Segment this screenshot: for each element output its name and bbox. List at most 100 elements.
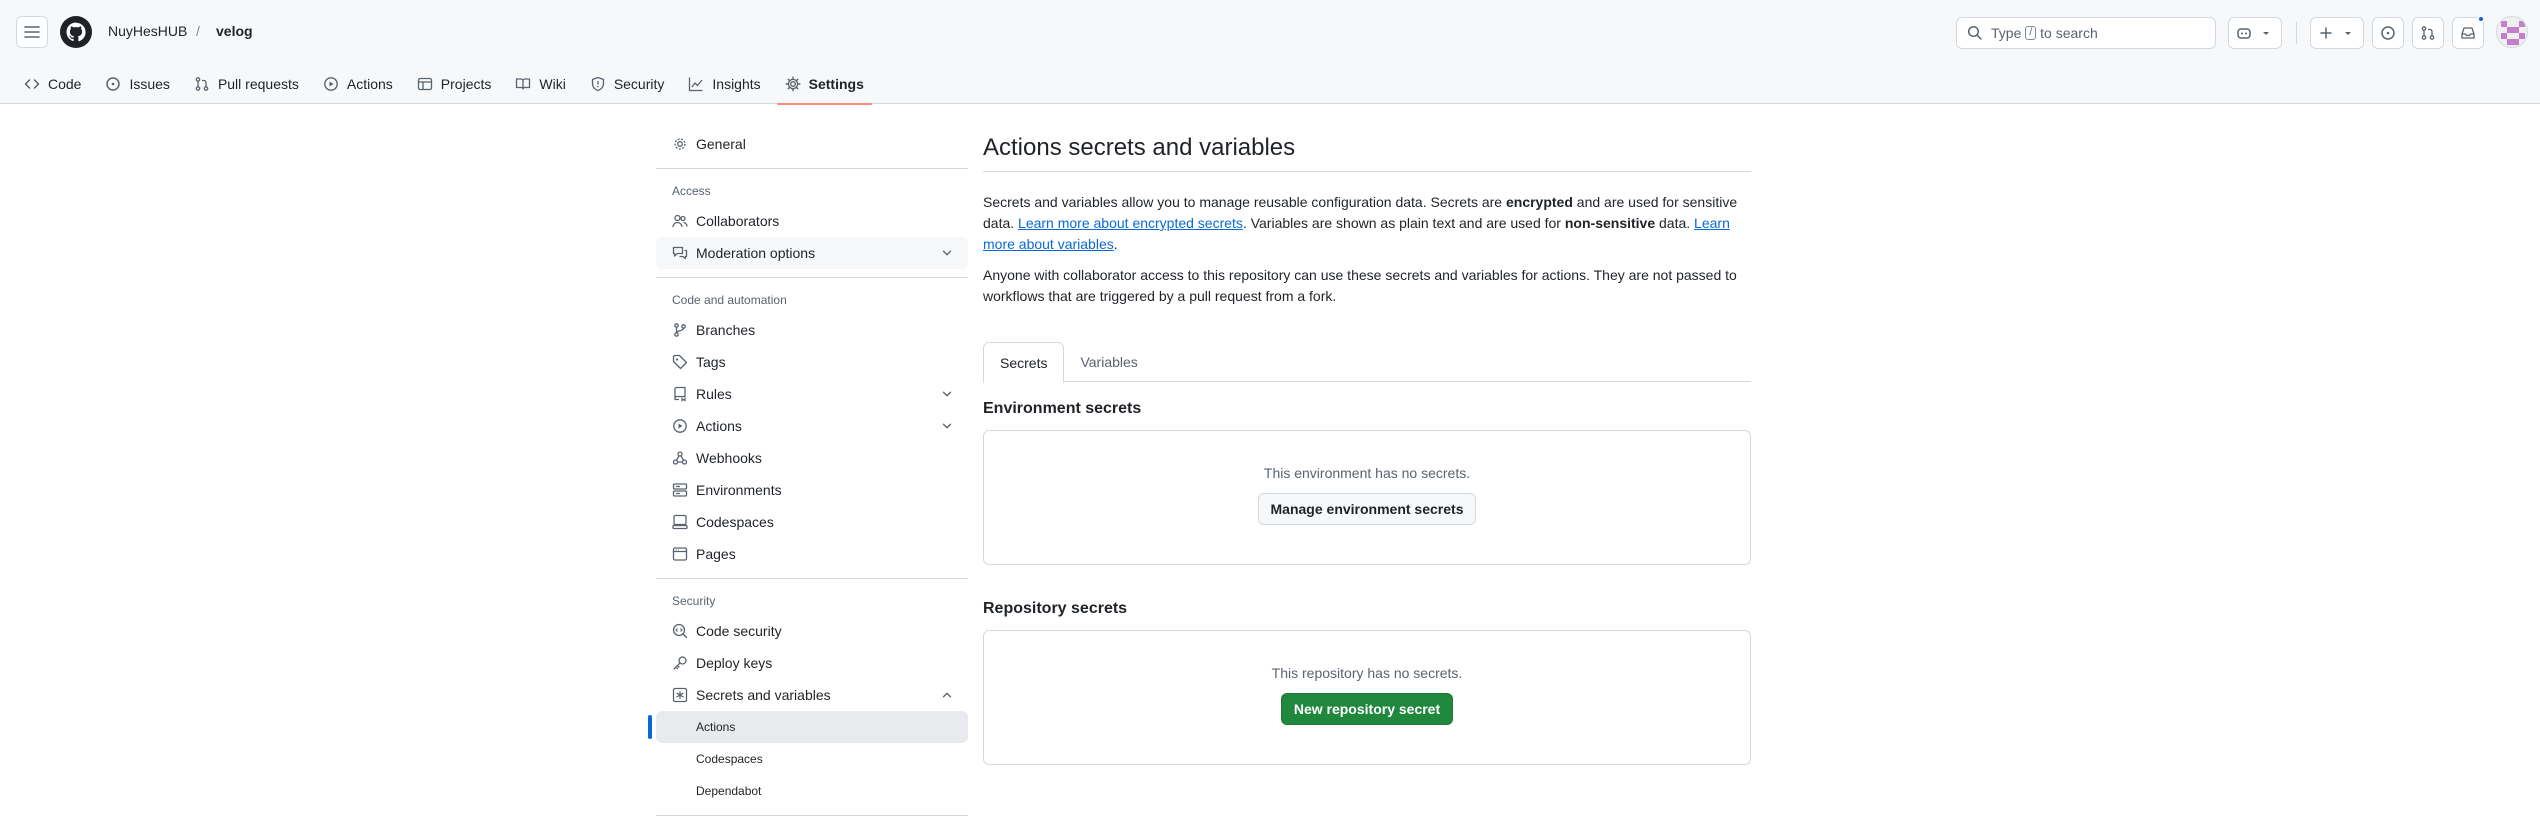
sidebar-heading-access: Access [672,184,711,198]
description-emphasis: non-sensitive [1564,215,1656,231]
git-branch-icon [674,323,686,337]
sidebar-item-pages[interactable]: Pages [656,538,968,570]
issue-icon [2381,26,2395,40]
sidebar-item-label: Moderation options [696,245,816,261]
repo-push-icon [674,386,686,402]
chevron-down-icon [942,391,952,397]
github-logo-icon[interactable] [60,16,92,48]
app-header: NuyHesHUB / velog Type / to search Code … [0,0,2540,105]
sidebar-item-codespaces[interactable]: Codespaces [656,506,968,538]
gear-icon [674,138,686,150]
tab-security-label: Security [613,76,665,92]
pull-request-icon [195,77,209,91]
tab-security[interactable]: Security [582,64,673,104]
identicon-icon [2497,17,2527,47]
description-text: . [1113,236,1118,252]
learn-more-secrets-link[interactable]: Learn more about encrypted secrets [1018,215,1243,231]
environment-secrets-box: This environment has no secrets. Manage … [983,430,1751,565]
page-title: Actions secrets and variables [983,128,1751,172]
repo-navigation: Code Issues Pull requests Actions Projec… [16,64,880,105]
sidebar-item-moderation[interactable]: Moderation options [656,237,968,269]
sidebar-item-webhooks[interactable]: Webhooks [656,442,968,474]
tab-issues-label: Issues [129,76,170,92]
sidebar-item-label: Pages [696,546,736,562]
sidebar-item-general[interactable]: General [656,128,968,160]
breadcrumb-owner[interactable]: NuyHesHUB [108,23,187,39]
tab-issues[interactable]: Issues [97,64,177,104]
people-icon [672,214,688,228]
sidebar-item-deploy-keys[interactable]: Deploy keys [656,647,968,679]
tab-projects[interactable]: Projects [409,64,500,104]
breadcrumb-repo[interactable]: velog [216,23,253,39]
search-input[interactable]: Type / to search [1956,17,2216,49]
notification-indicator [2477,15,2485,23]
tab-actions-label: Actions [346,76,393,92]
tab-code[interactable]: Code [16,64,89,104]
sidebar-item-tags[interactable]: Tags [656,346,968,378]
sidebar-item-rules[interactable]: Rules [656,378,968,410]
sidebar-divider [656,578,968,579]
sidebar-subitem-actions[interactable]: Actions [648,711,968,743]
sidebar-item-label: Tags [696,354,726,370]
tab-settings[interactable]: Settings [776,64,873,105]
issue-icon [106,77,121,91]
gear-icon [785,76,801,92]
sidebar-divider [656,815,968,816]
chevron-down-icon [942,250,952,256]
sidebar-item-secrets-variables[interactable]: Secrets and variables [656,679,968,711]
tab-secrets[interactable]: Secrets [983,342,1065,383]
tag-icon [672,354,688,370]
tab-pull-requests[interactable]: Pull requests [186,64,307,104]
tab-code-label: Code [48,76,82,92]
settings-sidebar: General Access Collaborators Moderation … [648,128,968,824]
description: Secrets and variables allow you to manag… [983,192,1751,255]
tab-insights[interactable]: Insights [680,64,768,104]
shield-icon [591,76,604,92]
tab-projects-label: Projects [440,76,492,92]
inbox-icon [2461,27,2475,39]
manage-environment-secrets-button[interactable]: Manage environment secrets [1257,493,1477,525]
sidebar-item-collaborators[interactable]: Collaborators [656,205,968,237]
repository-secrets-title: Repository secrets [983,600,1128,617]
hamburger-icon [24,26,40,38]
sidebar-item-label: Rules [696,386,732,402]
table-icon [417,77,432,91]
tab-variables[interactable]: Variables [1064,342,1153,382]
tab-wiki[interactable]: Wiki [507,64,573,104]
chevron-up-icon [942,692,952,698]
breadcrumb-separator: / [196,23,200,39]
description-text: . Variables are shown as plain text and … [1242,215,1565,231]
create-new-button[interactable] [2310,17,2364,49]
pull-request-icon [2421,26,2435,40]
tab-actions[interactable]: Actions [315,64,401,104]
comment-discussion-icon [672,246,688,260]
chevron-down-icon [2263,32,2269,35]
sidebar-item-label: Webhooks [696,450,762,466]
sidebar-item-environments[interactable]: Environments [656,474,968,506]
sidebar-item-label: Secrets and variables [696,687,831,703]
sidebar-subitem-dependabot[interactable]: Dependabot [656,775,968,807]
sidebar-item-code-security[interactable]: Code security [656,615,968,647]
sidebar-item-label: Codespaces [696,514,774,530]
tab-wiki-label: Wiki [539,76,566,92]
server-icon [672,483,688,497]
sidebar-item-actions[interactable]: Actions [656,410,968,442]
tab-settings-label: Settings [808,76,864,92]
search-suffix: to search [2040,25,2098,41]
sidebar-item-branches[interactable]: Branches [656,314,968,346]
header-divider [2296,22,2297,44]
environment-empty-text: This environment has no secrets. [1263,465,1471,481]
sidebar-subitem-codespaces[interactable]: Codespaces [656,743,968,775]
copilot-icon [2237,28,2251,39]
graph-icon [689,77,703,92]
code-icon [24,79,40,89]
copilot-button[interactable] [2228,17,2282,49]
menu-button[interactable] [16,16,48,48]
sidebar-divider [656,168,968,169]
pull-requests-button[interactable] [2412,17,2444,49]
new-repository-secret-button[interactable]: New repository secret [1280,693,1454,725]
avatar[interactable] [2496,16,2528,48]
issues-button[interactable] [2372,17,2404,49]
sidebar-item-label: Actions [696,418,742,434]
search-shortcut-key: / [2025,26,2037,40]
